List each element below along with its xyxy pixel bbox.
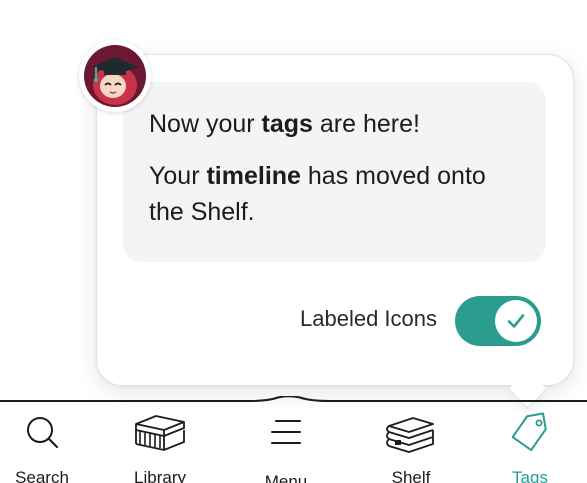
- tab-label: Library: [134, 468, 186, 483]
- tab-label: Search: [15, 468, 69, 483]
- mascot-avatar: [79, 40, 151, 112]
- message-line-tags: Now your tags are here!: [149, 110, 420, 138]
- tab-tags[interactable]: Tags: [480, 410, 580, 483]
- library-icon: [135, 415, 185, 451]
- shelf-icon: [386, 417, 434, 453]
- librarian-mascot-icon: [92, 57, 138, 105]
- tab-label: Menu: [264, 472, 308, 483]
- labeled-icons-label: Labeled Icons: [300, 306, 437, 331]
- checkmark-icon: [507, 314, 525, 328]
- tag-icon: [511, 412, 547, 452]
- tab-bar-divider: [0, 396, 587, 402]
- message-line-timeline: Your timeline has moved onto the Shelf.: [149, 162, 486, 226]
- popover-message: Now your tags are here! Your timeline ha…: [123, 82, 546, 262]
- toggle-knob: [495, 300, 537, 342]
- tab-label: Tags: [512, 468, 548, 483]
- tab-search[interactable]: Search: [0, 410, 92, 483]
- tab-shelf[interactable]: Shelf: [361, 410, 461, 483]
- labeled-icons-toggle[interactable]: [455, 296, 541, 346]
- tab-bar: Search Library Menu Shelf Tags: [0, 396, 587, 483]
- tab-label: Shelf: [391, 468, 431, 483]
- tab-library[interactable]: Library: [110, 410, 210, 483]
- search-icon: [27, 417, 59, 449]
- menu-icon: [271, 420, 301, 444]
- tab-menu[interactable]: Menu: [236, 410, 336, 483]
- app-screen: Now your tags are here! Your timeline ha…: [0, 0, 587, 483]
